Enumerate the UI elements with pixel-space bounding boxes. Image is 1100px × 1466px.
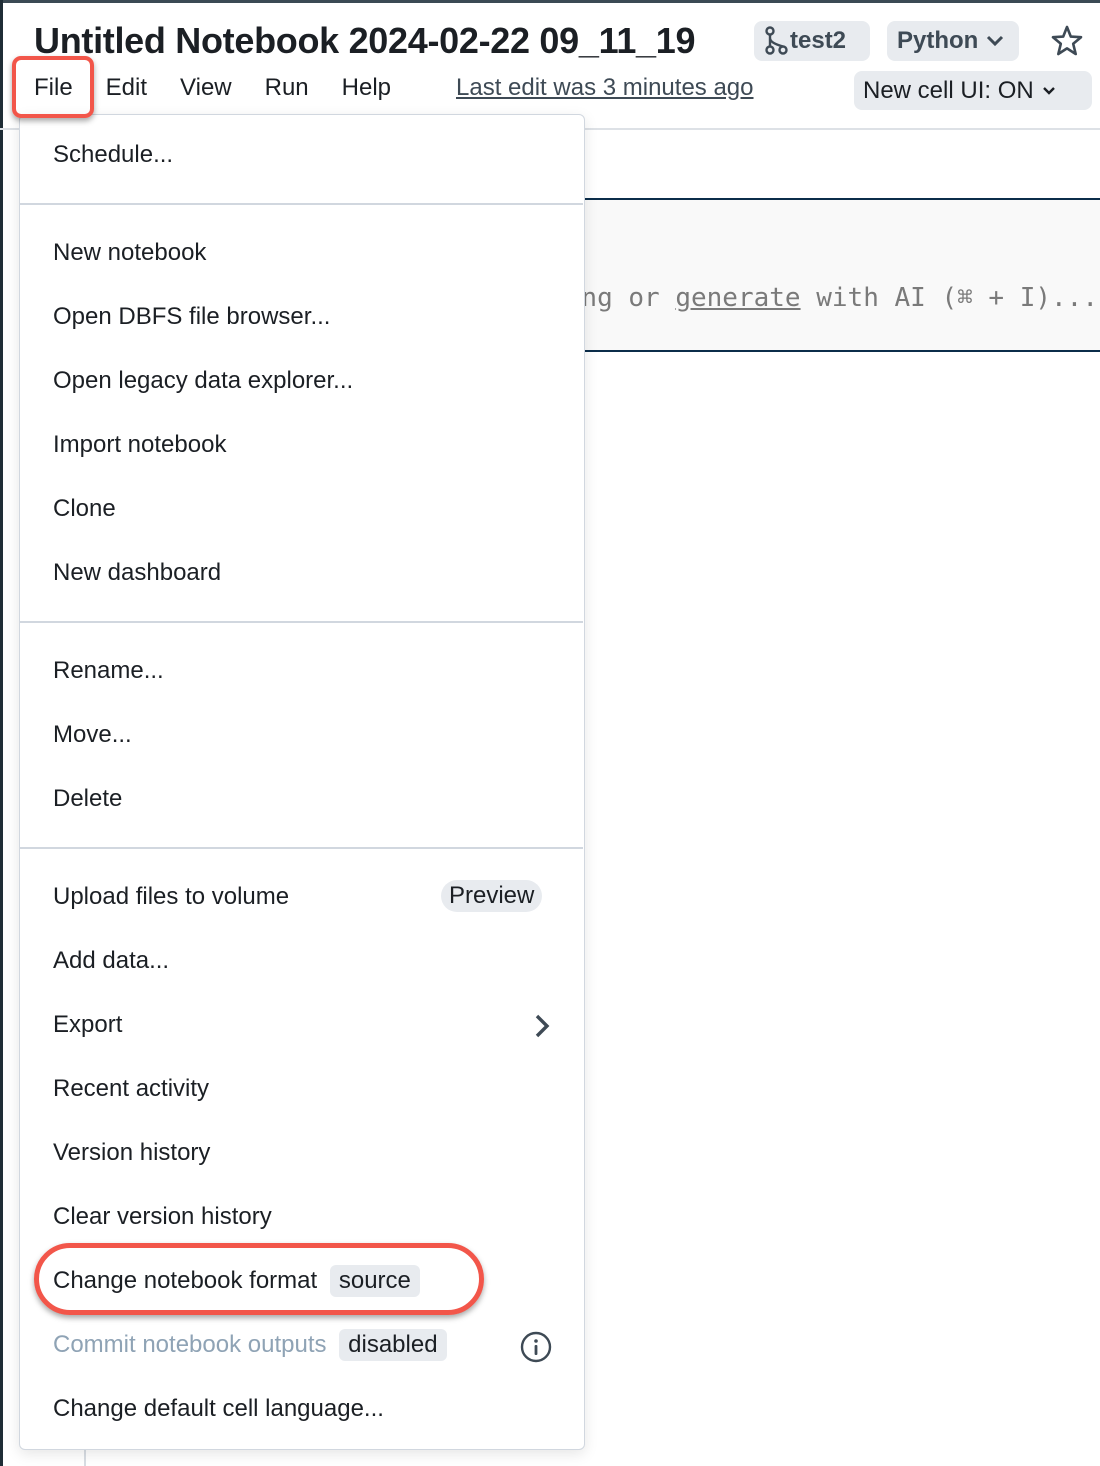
menu-item-export[interactable]: Export [53,1011,122,1039]
chevron-down-icon [1042,86,1055,95]
menu-item-import-notebook[interactable]: Import notebook [53,431,226,459]
menu-item-add-data[interactable]: Add data... [53,947,169,975]
menu-divider [20,847,583,849]
branch-name: test2 [790,27,847,54]
menu-item-delete[interactable]: Delete [53,785,122,813]
placeholder-shortcut: with AI (⌘ + I)... [800,283,1098,313]
menu-divider [20,621,583,623]
menu-view[interactable]: View [180,74,232,102]
placeholder-text: ng or [581,283,676,313]
menu-file-active[interactable]: File [34,74,73,102]
menu-divider [20,203,583,205]
menu-item-upload-files[interactable]: Upload files to volume [53,883,289,911]
menu-item-commit-outputs: Commit notebook outputs disabled [53,1329,447,1361]
menu-item-legacy-explorer[interactable]: Open legacy data explorer... [53,367,353,395]
commit-status-badge: disabled [339,1329,447,1361]
new-cell-ui-label: New cell UI: ON [863,76,1034,104]
chevron-right-icon [535,1014,550,1038]
menu-edit[interactable]: Edit [106,74,147,102]
preview-badge: Preview [441,880,543,912]
menu-item-move[interactable]: Move... [53,721,132,749]
chevron-down-icon [987,35,1004,47]
info-icon[interactable] [519,1330,553,1364]
notebook-title[interactable]: Untitled Notebook 2024-02-22 09_11_19 [34,20,696,62]
menu-run[interactable]: Run [265,74,309,102]
window-frame-left [0,0,3,1466]
menu-help[interactable]: Help [342,74,391,102]
menu-item-open-dbfs[interactable]: Open DBFS file browser... [53,303,330,331]
menu-item-clone[interactable]: Clone [53,495,116,523]
menu-item-clear-version-history[interactable]: Clear version history [53,1203,272,1231]
menu-item-version-history[interactable]: Version history [53,1139,210,1167]
new-cell-ui-toggle[interactable]: New cell UI: ON [854,71,1092,110]
git-branch-icon [765,26,788,55]
commit-outputs-label: Commit notebook outputs [53,1331,327,1358]
generate-link[interactable]: generate [675,283,800,313]
language-selector[interactable]: Python [887,21,1019,61]
menu-item-new-notebook[interactable]: New notebook [53,239,206,267]
menu-item-new-dashboard[interactable]: New dashboard [53,559,221,587]
window-frame-top [0,0,1100,3]
last-edit-link[interactable]: Last edit was 3 minutes ago [456,74,754,102]
menu-item-rename[interactable]: Rename... [53,657,164,685]
branch-button[interactable]: test2 [754,21,870,61]
menu-item-default-language[interactable]: Change default cell language... [53,1395,384,1423]
change-format-highlight [34,1243,484,1315]
language-label: Python [897,27,979,54]
menu-item-schedule[interactable]: Schedule... [53,141,173,169]
star-icon[interactable] [1050,24,1084,58]
menu-item-recent-activity[interactable]: Recent activity [53,1075,209,1103]
preview-badge-wrap: Preview [441,880,543,912]
